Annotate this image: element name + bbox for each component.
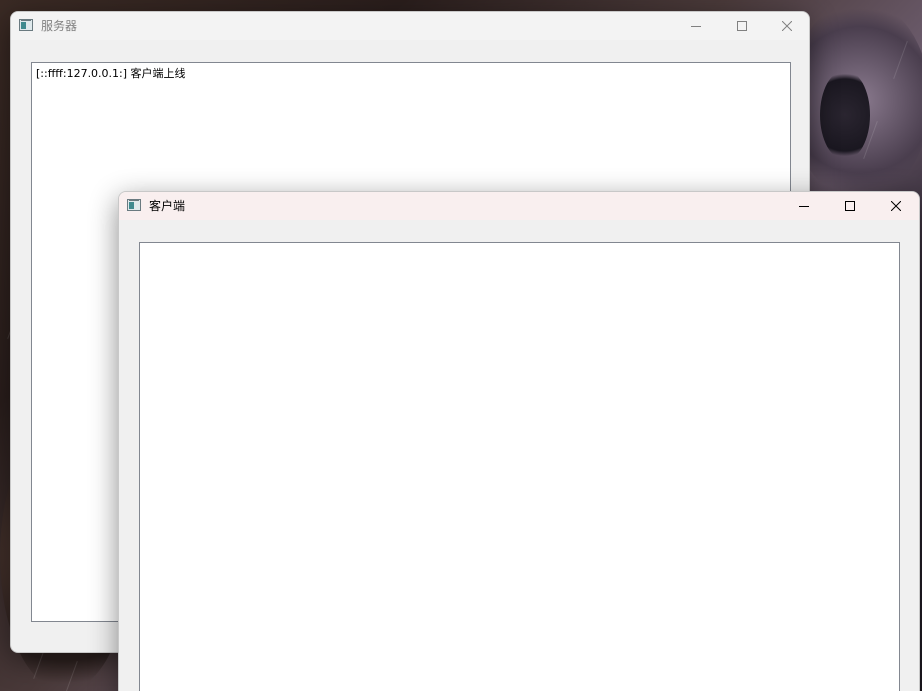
client-close-button[interactable] bbox=[873, 192, 919, 220]
server-close-button[interactable] bbox=[764, 12, 809, 40]
client-log-textbox[interactable] bbox=[139, 242, 900, 691]
close-icon bbox=[891, 201, 901, 211]
client-window[interactable]: 客户端 bbox=[118, 191, 920, 691]
client-maximize-button[interactable] bbox=[827, 192, 873, 220]
maximize-icon bbox=[845, 201, 855, 211]
server-titlebar[interactable]: 服务器 bbox=[11, 12, 809, 40]
server-log-line: [::ffff:127.0.0.1:] 客户端上线 bbox=[36, 67, 186, 80]
server-maximize-button[interactable] bbox=[719, 12, 765, 40]
maximize-icon bbox=[737, 21, 747, 31]
minimize-icon bbox=[691, 26, 701, 27]
app-window-icon bbox=[127, 199, 141, 211]
client-minimize-button[interactable] bbox=[781, 192, 827, 220]
client-window-title: 客户端 bbox=[149, 199, 186, 213]
app-window-icon bbox=[19, 19, 33, 31]
server-window-title: 服务器 bbox=[41, 19, 78, 33]
minimize-icon bbox=[799, 206, 809, 207]
server-minimize-button[interactable] bbox=[673, 12, 719, 40]
client-titlebar[interactable]: 客户端 bbox=[119, 192, 919, 220]
close-icon bbox=[782, 21, 792, 31]
